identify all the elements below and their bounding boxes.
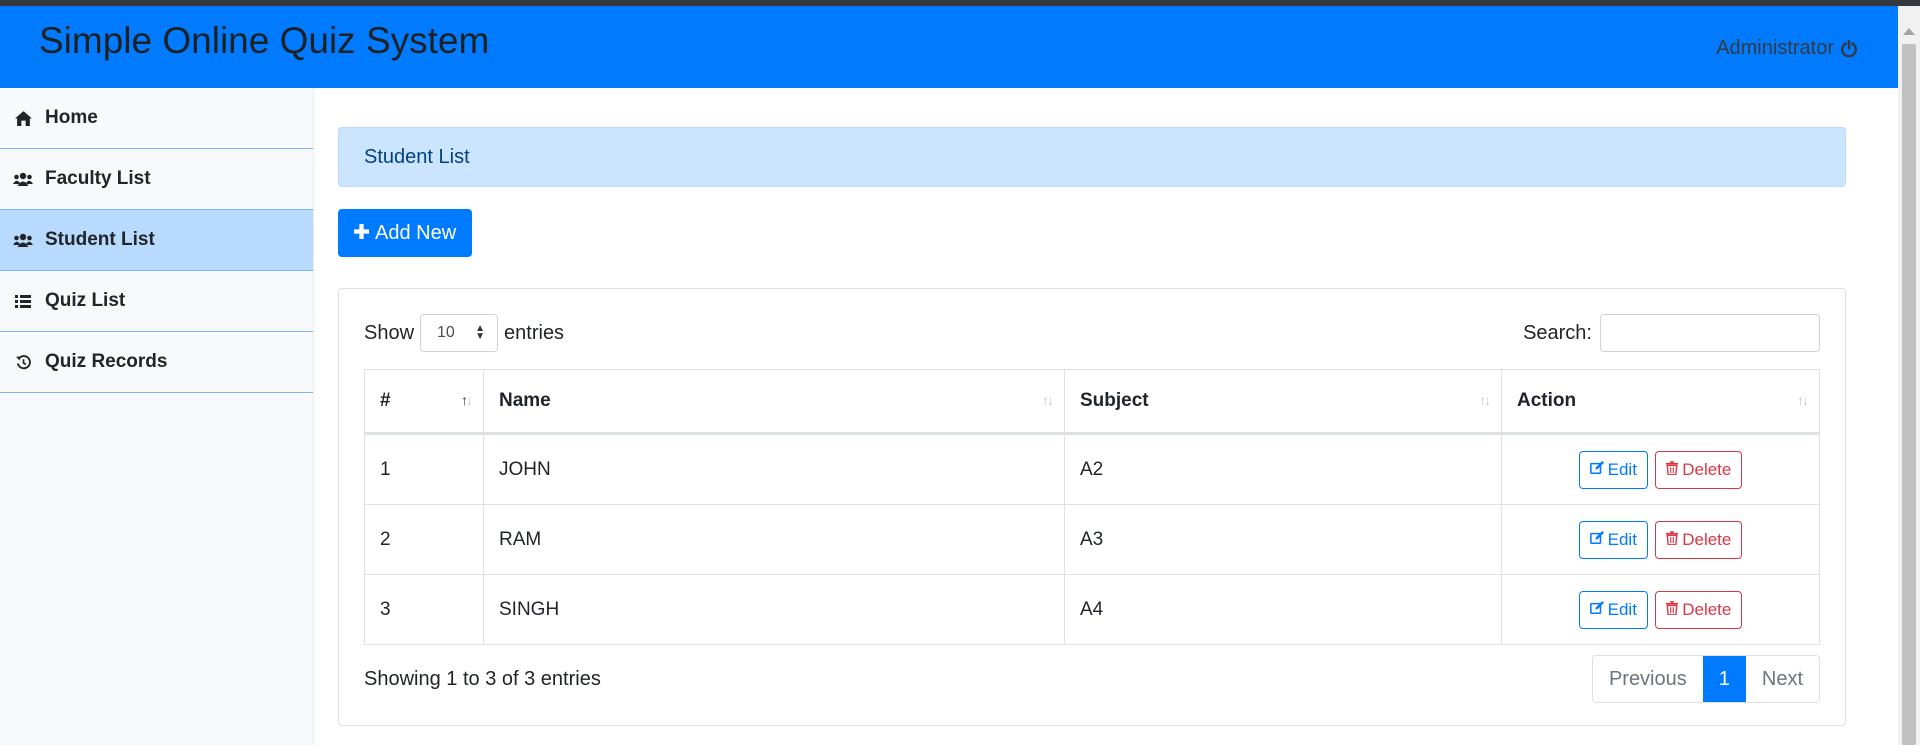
table-row: 2 RAM A3 Edit Delete: [364, 504, 1820, 575]
cell-number: 1: [364, 433, 484, 505]
edit-button[interactable]: Edit: [1578, 520, 1648, 559]
cell-name: JOHN: [483, 433, 1065, 505]
page-title: Student List: [338, 127, 1846, 187]
sidebar-item-label: Home: [45, 107, 98, 128]
edit-icon: [1589, 600, 1604, 620]
sidebar-item-label: Faculty List: [45, 168, 151, 189]
page-length-value: 10: [437, 324, 455, 341]
entries-label: entries: [504, 321, 565, 344]
column-header-name[interactable]: Name ↑↓: [483, 369, 1065, 435]
sidebar-item-label: Student List: [45, 229, 155, 250]
sidebar-item-faculty-list[interactable]: Faculty List: [0, 149, 313, 210]
column-header-action[interactable]: Action ↑↓: [1501, 369, 1820, 435]
cell-action: Edit Delete: [1501, 574, 1820, 645]
sidebar: Home Faculty List Student List Quiz List…: [0, 88, 314, 745]
table-row: 3 SINGH A4 Edit Delete: [364, 574, 1820, 645]
students-table: # ↑↓ Name ↑↓ Subject ↑↓ Action ↑↓ 1 JOHN…: [364, 369, 1820, 645]
table-header-row: # ↑↓ Name ↑↓ Subject ↑↓ Action ↑↓: [364, 369, 1820, 435]
home-icon: [13, 110, 33, 126]
top-navbar: Simple Online Quiz System Administrator: [0, 6, 1898, 88]
cell-name: RAM: [483, 504, 1065, 575]
sidebar-item-quiz-records[interactable]: Quiz Records: [0, 332, 313, 393]
show-label: Show: [364, 321, 415, 344]
user-label: Administrator: [1716, 37, 1834, 59]
trash-icon: [1666, 460, 1679, 480]
table-info: Showing 1 to 3 of 3 entries: [364, 667, 601, 690]
cell-number: 2: [364, 504, 484, 575]
sidebar-item-quiz-list[interactable]: Quiz List: [0, 271, 313, 332]
plus-icon: [354, 222, 369, 245]
app-title: Simple Online Quiz System: [39, 20, 490, 61]
column-header-number[interactable]: # ↑↓: [364, 369, 484, 435]
pagination-page-1[interactable]: 1: [1702, 656, 1746, 702]
trash-icon: [1666, 530, 1679, 550]
page-length-select[interactable]: 10 ▲ ▼: [420, 314, 499, 352]
delete-button[interactable]: Delete: [1655, 450, 1743, 489]
sort-icon: ↑↓: [1479, 392, 1491, 408]
sidebar-item-label: Quiz List: [45, 290, 126, 311]
scroll-thumb[interactable]: [1902, 44, 1916, 745]
sort-icon: ↑↓: [1042, 392, 1054, 408]
users-icon: [13, 171, 33, 187]
table-row: 1 JOHN A2 Edit Delete: [364, 433, 1820, 505]
page-length-control: Show 10 ▲ ▼ entries: [364, 314, 564, 352]
cell-action: Edit Delete: [1501, 504, 1820, 575]
users-icon: [13, 232, 33, 248]
search-input[interactable]: [1600, 314, 1820, 352]
table-controls: Show 10 ▲ ▼ entries Search:: [364, 313, 1820, 353]
cell-name: SINGH: [483, 574, 1065, 645]
delete-button[interactable]: Delete: [1655, 520, 1743, 559]
table-card: Show 10 ▲ ▼ entries Search: # ↑↓ Name ↑↓…: [338, 288, 1846, 726]
pagination-next[interactable]: Next: [1746, 656, 1819, 702]
cell-subject: A2: [1064, 433, 1502, 505]
power-icon: [1840, 39, 1858, 58]
main-content: Student List Add New Show 10 ▲ ▼ entries …: [338, 127, 1846, 726]
delete-button[interactable]: Delete: [1655, 590, 1743, 629]
add-new-label: Add New: [375, 221, 457, 244]
list-icon: [13, 293, 33, 309]
table-footer: Showing 1 to 3 of 3 entries Previous 1 N…: [364, 655, 1820, 703]
search-control: Search:: [1523, 314, 1820, 352]
cell-subject: A3: [1064, 504, 1502, 575]
sidebar-item-home[interactable]: Home: [0, 88, 313, 149]
sort-asc-icon: ↑↓: [461, 392, 473, 408]
user-menu[interactable]: Administrator: [1716, 37, 1858, 60]
column-header-subject[interactable]: Subject ↑↓: [1064, 369, 1502, 435]
search-label: Search:: [1523, 321, 1592, 344]
cell-number: 3: [364, 574, 484, 645]
cell-action: Edit Delete: [1501, 433, 1820, 505]
pagination: Previous 1 Next: [1591, 655, 1820, 703]
trash-icon: [1666, 600, 1679, 620]
sort-icon: ↑↓: [1797, 392, 1809, 408]
page-scrollbar[interactable]: [1898, 6, 1920, 745]
sidebar-item-student-list[interactable]: Student List: [0, 210, 313, 271]
scroll-up-arrow-icon[interactable]: [1903, 28, 1915, 35]
add-new-button[interactable]: Add New: [338, 209, 473, 257]
pagination-previous[interactable]: Previous: [1593, 656, 1703, 702]
select-arrows-icon: ▲ ▼: [475, 323, 486, 342]
edit-icon: [1589, 460, 1604, 480]
edit-button[interactable]: Edit: [1578, 450, 1648, 489]
edit-icon: [1589, 530, 1604, 550]
sidebar-item-label: Quiz Records: [45, 351, 168, 372]
history-icon: [13, 354, 33, 370]
cell-subject: A4: [1064, 574, 1502, 645]
edit-button[interactable]: Edit: [1578, 590, 1648, 629]
